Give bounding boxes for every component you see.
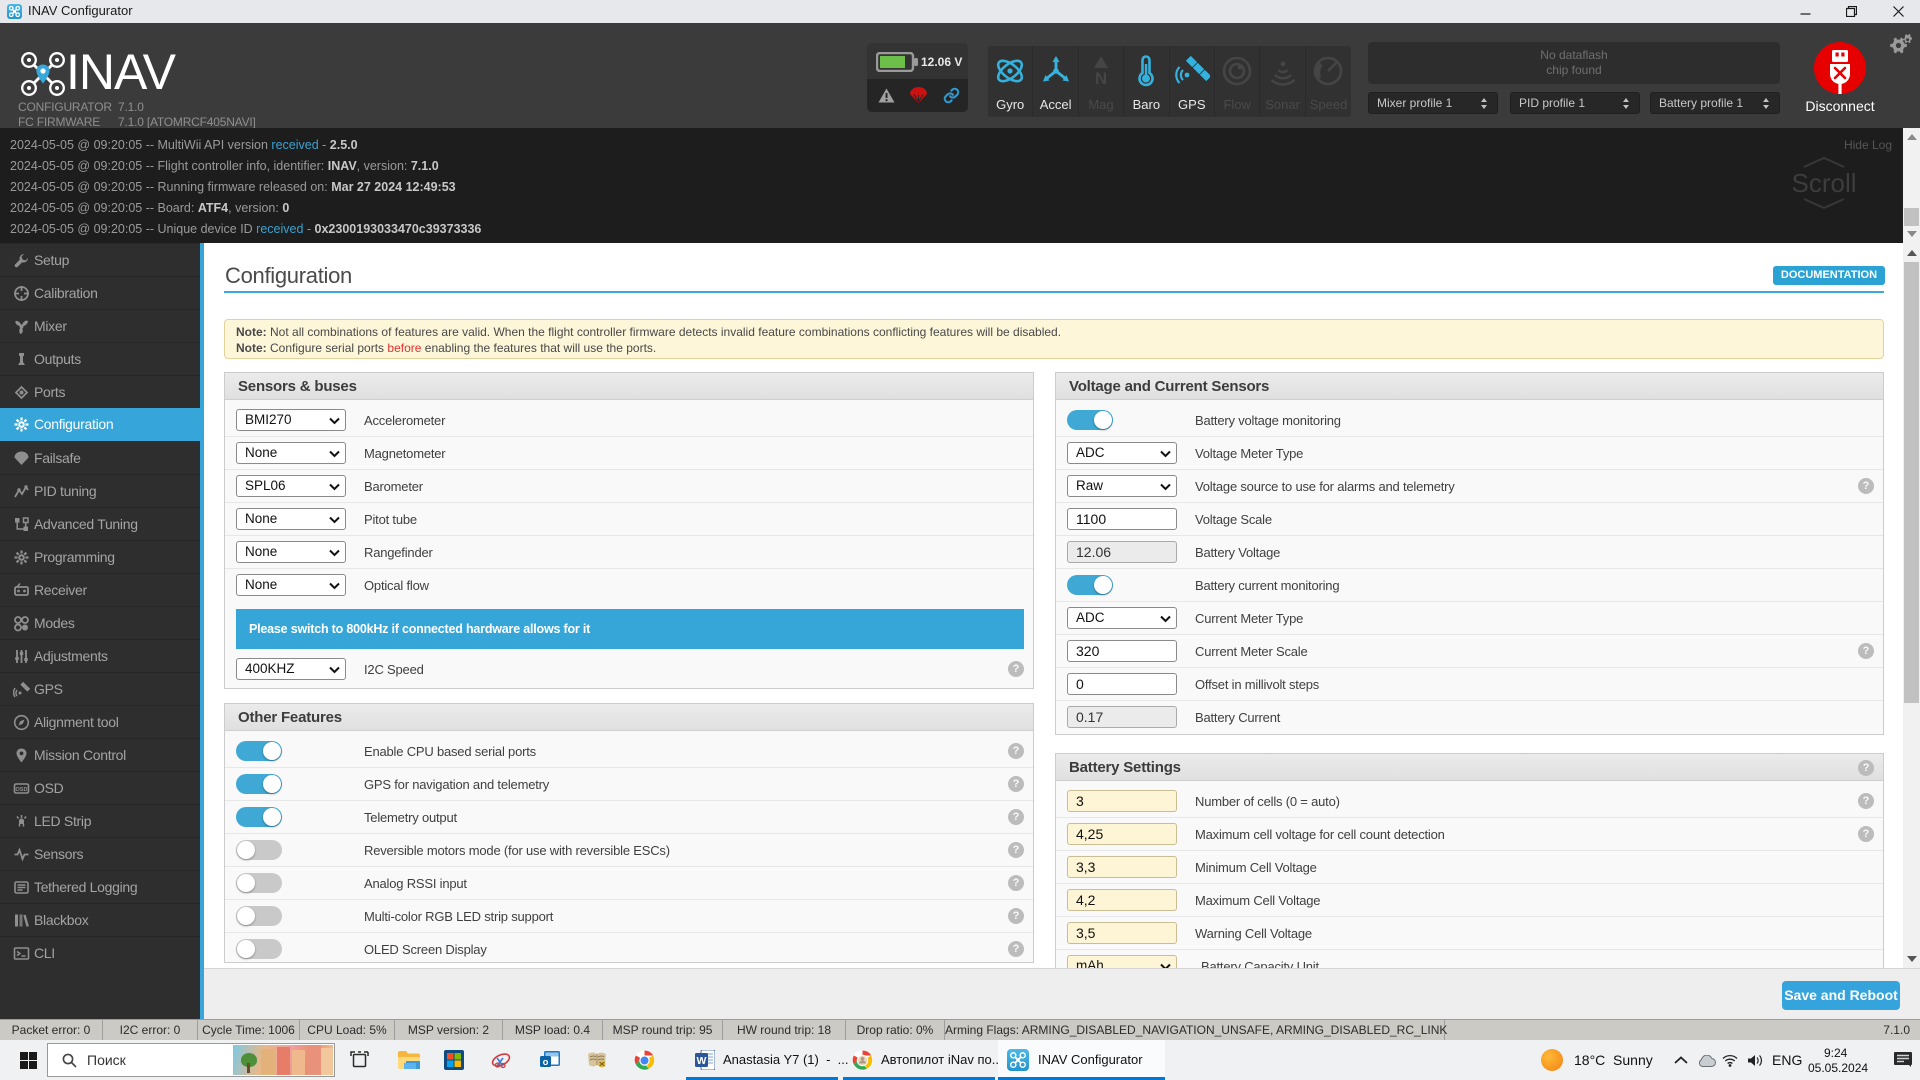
svg-text:o: o: [543, 1057, 549, 1068]
svg-text:OSD: OSD: [16, 787, 28, 793]
svg-text:W: W: [697, 1055, 707, 1067]
svg-text:N: N: [1095, 69, 1107, 88]
